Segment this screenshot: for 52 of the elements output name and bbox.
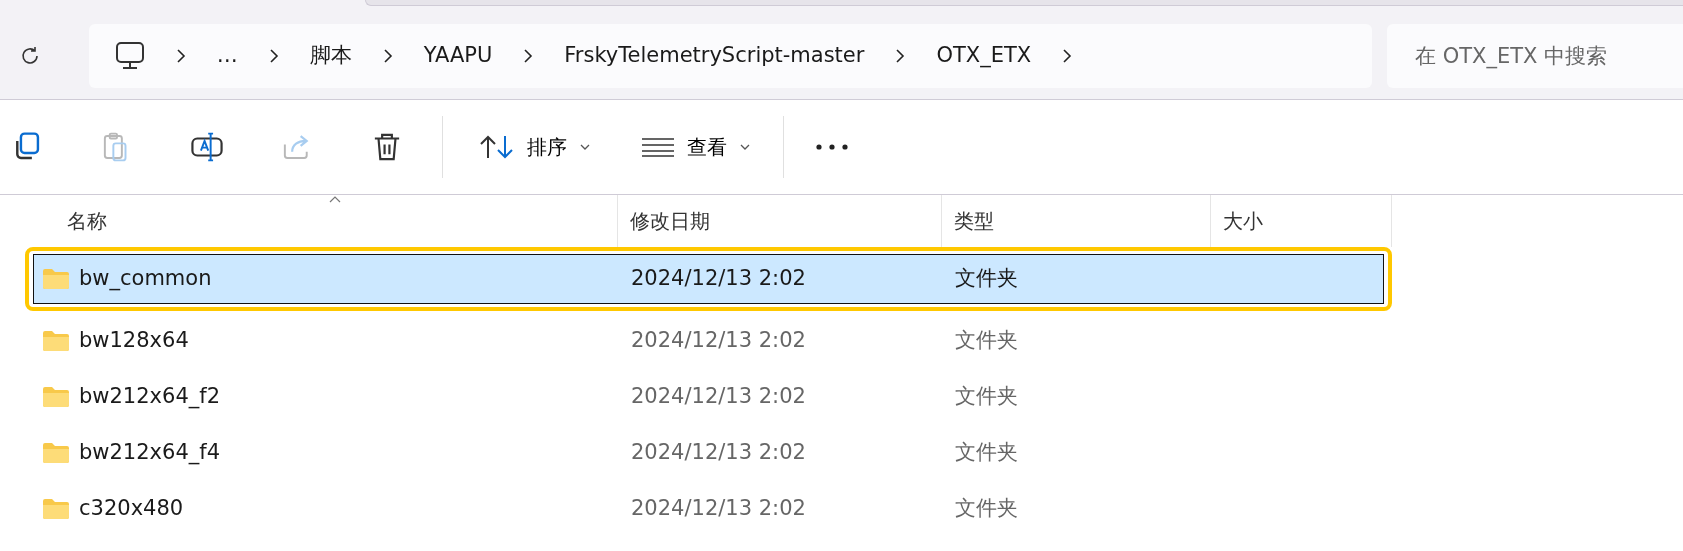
column-header[interactable]: 大小 [1211, 195, 1392, 247]
file-row[interactable]: bw212x64_f2 2024/12/13 2:02 文件夹 [33, 372, 1384, 422]
chevron-icon [381, 46, 394, 65]
column-header[interactable]: 类型 [942, 195, 1211, 247]
folder-icon [42, 498, 70, 520]
file-type: 文件夹 [954, 383, 1019, 411]
breadcrumb[interactable]: OTX_ETX [936, 39, 1032, 72]
file-row[interactable]: bw128x64 2024/12/13 2:02 文件夹 [33, 316, 1384, 366]
rename-icon [190, 130, 224, 164]
modified-date: 2024/12/13 2:02 [630, 327, 807, 355]
caret-icon [579, 143, 591, 151]
modified-date: 2024/12/13 2:02 [630, 383, 807, 411]
breadcrumb[interactable]: 脚本 [309, 39, 352, 72]
file-name: bw212x64_f4 [79, 439, 220, 467]
chevron-icon [174, 46, 187, 65]
file-type: 文件夹 [954, 439, 1019, 467]
folder-icon [42, 386, 70, 408]
chevron-icon [522, 46, 535, 65]
file-name: bw212x64_f2 [79, 383, 220, 411]
folder-icon [42, 268, 70, 290]
modified-date: 2024/12/13 2:02 [630, 439, 807, 467]
address-bar[interactable]: … 脚本 YAAPU FrskyTelemetryScript-master OTX_ETX [88, 23, 1372, 88]
file-name: c320x480 [79, 495, 184, 523]
chevron-icon [1061, 46, 1074, 65]
view-button[interactable]: 查看 [633, 119, 759, 175]
sort-icon [479, 134, 515, 160]
sort-ascending-icon [328, 195, 342, 203]
caret-icon [739, 143, 751, 151]
computer-icon [114, 40, 145, 71]
chevron-icon [894, 46, 907, 65]
file-name: bw_common [79, 265, 212, 293]
modified-date: 2024/12/13 2:02 [630, 265, 807, 293]
file-row[interactable]: bw212x64_f4 2024/12/13 2:02 文件夹 [33, 428, 1384, 478]
file-row[interactable]: bw_common 2024/12/13 2:02 文件夹 [33, 254, 1384, 304]
breadcrumb[interactable]: … [216, 39, 238, 72]
file-row[interactable]: c320x480 2024/12/13 2:02 文件夹 [33, 484, 1384, 534]
file-type: 文件夹 [954, 265, 1019, 293]
sort-button[interactable]: 排序 [471, 119, 599, 175]
file-type: 文件夹 [954, 495, 1019, 523]
file-name: bw128x64 [79, 327, 189, 355]
list-icon [641, 137, 675, 157]
search-field[interactable]: 在 OTX_ETX 中搜索 [1387, 23, 1683, 88]
breadcrumb[interactable]: YAAPU [423, 39, 493, 72]
breadcrumb[interactable]: FrskyTelemetryScript-master [564, 39, 865, 72]
column-header[interactable]: 名称 [25, 195, 618, 247]
folder-icon [42, 330, 70, 352]
modified-date: 2024/12/13 2:02 [630, 495, 807, 523]
more-icon [816, 144, 848, 150]
chevron-icon [267, 46, 280, 65]
folder-icon [42, 442, 70, 464]
column-header[interactable]: 修改日期 [618, 195, 942, 247]
file-type: 文件夹 [954, 327, 1019, 355]
